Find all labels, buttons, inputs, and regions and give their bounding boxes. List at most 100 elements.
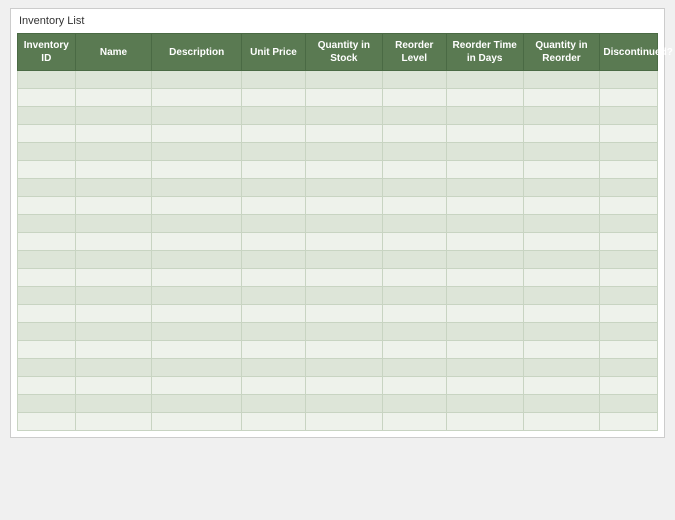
col-header-unit-price: Unit Price: [241, 34, 305, 71]
table-cell: [523, 341, 600, 359]
table-cell: [523, 377, 600, 395]
table-cell: [18, 107, 76, 125]
table-cell: [241, 107, 305, 125]
table-cell: [382, 287, 446, 305]
table-cell: [523, 359, 600, 377]
table-cell: [600, 413, 658, 431]
col-header-quantity-in-stock: Quantity in Stock: [305, 34, 382, 71]
table-cell: [305, 413, 382, 431]
table-cell: [241, 143, 305, 161]
table-cell: [446, 377, 523, 395]
table-cell: [241, 125, 305, 143]
table-cell: [18, 251, 76, 269]
table-cell: [18, 215, 76, 233]
table-cell: [75, 161, 152, 179]
table-cell: [18, 161, 76, 179]
table-row: [18, 359, 658, 377]
table-cell: [382, 323, 446, 341]
table-cell: [523, 287, 600, 305]
table-cell: [241, 323, 305, 341]
col-header-reorder-level: Reorder Level: [382, 34, 446, 71]
col-header-reorder-time-in-days: Reorder Time in Days: [446, 34, 523, 71]
table-cell: [523, 233, 600, 251]
table-row: [18, 233, 658, 251]
table-cell: [382, 179, 446, 197]
table-cell: [600, 305, 658, 323]
table-row: [18, 287, 658, 305]
table-cell: [75, 215, 152, 233]
table-cell: [18, 197, 76, 215]
table-cell: [241, 359, 305, 377]
table-cell: [523, 395, 600, 413]
table-cell: [18, 269, 76, 287]
table-cell: [382, 161, 446, 179]
table-cell: [241, 287, 305, 305]
table-cell: [152, 305, 242, 323]
table-row: [18, 395, 658, 413]
col-header-discontinued: Discontinued?: [600, 34, 658, 71]
table-cell: [75, 233, 152, 251]
table-cell: [75, 305, 152, 323]
table-cell: [152, 71, 242, 89]
table-cell: [523, 215, 600, 233]
table-cell: [305, 89, 382, 107]
table-cell: [305, 377, 382, 395]
table-cell: [305, 323, 382, 341]
table-cell: [75, 359, 152, 377]
table-cell: [523, 413, 600, 431]
table-cell: [18, 179, 76, 197]
table-cell: [305, 251, 382, 269]
table-cell: [446, 323, 523, 341]
table-cell: [600, 251, 658, 269]
table-header-row: Inventory ID Name Description Unit Price…: [18, 34, 658, 71]
table-cell: [152, 395, 242, 413]
table-cell: [305, 287, 382, 305]
table-cell: [382, 71, 446, 89]
table-cell: [18, 359, 76, 377]
table-cell: [523, 179, 600, 197]
table-row: [18, 125, 658, 143]
table-cell: [18, 287, 76, 305]
table-cell: [305, 341, 382, 359]
table-cell: [446, 251, 523, 269]
table-row: [18, 305, 658, 323]
col-header-inventory-id: Inventory ID: [18, 34, 76, 71]
table-cell: [75, 413, 152, 431]
table-cell: [75, 287, 152, 305]
table-cell: [446, 395, 523, 413]
table-cell: [600, 215, 658, 233]
table-cell: [446, 179, 523, 197]
table-cell: [446, 233, 523, 251]
table-row: [18, 341, 658, 359]
table-cell: [446, 269, 523, 287]
table-cell: [305, 143, 382, 161]
table-cell: [523, 305, 600, 323]
table-cell: [600, 287, 658, 305]
table-cell: [152, 215, 242, 233]
table-cell: [241, 71, 305, 89]
table-cell: [305, 215, 382, 233]
inventory-table: Inventory ID Name Description Unit Price…: [17, 33, 658, 431]
table-cell: [382, 215, 446, 233]
table-cell: [152, 143, 242, 161]
table-cell: [241, 233, 305, 251]
table-cell: [600, 269, 658, 287]
table-cell: [523, 89, 600, 107]
table-row: [18, 323, 658, 341]
table-cell: [600, 125, 658, 143]
table-cell: [305, 197, 382, 215]
table-cell: [18, 323, 76, 341]
table-cell: [305, 395, 382, 413]
table-cell: [382, 125, 446, 143]
table-cell: [75, 251, 152, 269]
table-cell: [18, 89, 76, 107]
table-cell: [152, 197, 242, 215]
table-cell: [75, 89, 152, 107]
col-header-description: Description: [152, 34, 242, 71]
table-cell: [446, 341, 523, 359]
table-cell: [241, 341, 305, 359]
table-cell: [446, 215, 523, 233]
table-cell: [152, 269, 242, 287]
table-cell: [382, 143, 446, 161]
table-cell: [18, 377, 76, 395]
